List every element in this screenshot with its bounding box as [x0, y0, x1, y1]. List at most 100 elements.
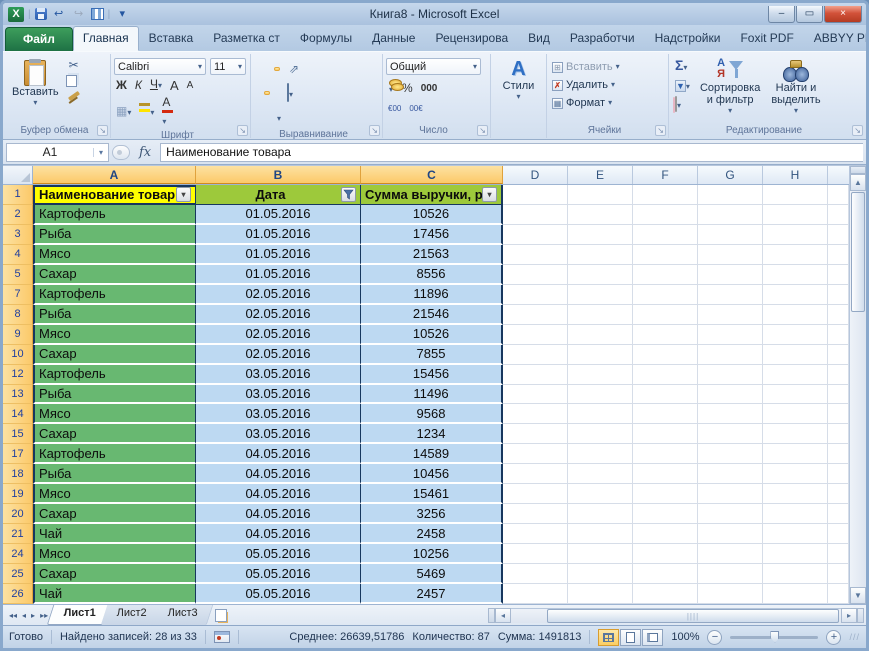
- cell-empty[interactable]: [698, 344, 763, 365]
- cell-a1[interactable]: Наименование товар ▾: [33, 185, 196, 205]
- column-header-partial[interactable]: [828, 166, 849, 184]
- scroll-right-icon[interactable]: ▸: [841, 607, 857, 623]
- clear-button[interactable]: [672, 96, 693, 112]
- cell-empty[interactable]: [633, 484, 698, 505]
- cell-a25[interactable]: Сахар: [33, 564, 196, 585]
- cell-empty[interactable]: [568, 384, 633, 405]
- cell-empty[interactable]: [763, 424, 828, 445]
- cell-empty[interactable]: [503, 524, 568, 545]
- row-header-5[interactable]: 5: [3, 264, 33, 285]
- cell-empty[interactable]: [698, 504, 763, 525]
- cell-empty[interactable]: [503, 444, 568, 465]
- cell-c8[interactable]: 21546: [361, 304, 503, 325]
- cell-c5[interactable]: 8556: [361, 264, 503, 285]
- tab-2[interactable]: Вставка: [139, 26, 204, 51]
- cell-empty[interactable]: [568, 364, 633, 385]
- cell-a3[interactable]: Рыба: [33, 224, 196, 245]
- cell-empty[interactable]: [568, 304, 633, 325]
- formula-input[interactable]: Наименование товара: [160, 142, 863, 162]
- cell-empty[interactable]: [763, 324, 828, 345]
- cell-c1[interactable]: Сумма выручки, ру ▾: [361, 185, 503, 205]
- sheet-tab-Лист3[interactable]: Лист3: [151, 605, 214, 625]
- redo-icon[interactable]: ↪: [71, 7, 87, 21]
- cell-a20[interactable]: Сахар: [33, 504, 196, 525]
- cell-empty[interactable]: [828, 584, 849, 604]
- cell-empty[interactable]: [763, 244, 828, 265]
- cell-empty[interactable]: [633, 384, 698, 405]
- row-header-13[interactable]: 13: [3, 384, 33, 405]
- cell-c26[interactable]: 2457: [361, 584, 503, 604]
- align-left-button[interactable]: [254, 91, 260, 95]
- row-header-1[interactable]: 1: [3, 185, 33, 205]
- insert-function-icon[interactable]: fx: [133, 145, 157, 160]
- cell-empty[interactable]: [633, 404, 698, 425]
- cell-empty[interactable]: [698, 484, 763, 505]
- cell-empty[interactable]: [633, 344, 698, 365]
- cell-a19[interactable]: Мясо: [33, 484, 196, 505]
- cell-empty[interactable]: [698, 264, 763, 285]
- tab-6[interactable]: Рецензирова: [425, 26, 518, 51]
- cell-empty[interactable]: [503, 584, 568, 604]
- row-header-21[interactable]: 21: [3, 524, 33, 545]
- row-header-10[interactable]: 10: [3, 344, 33, 365]
- cell-a15[interactable]: Сахар: [33, 424, 196, 445]
- row-header-7[interactable]: 7: [3, 284, 33, 305]
- cell-a8[interactable]: Рыба: [33, 304, 196, 325]
- cell-c17[interactable]: 14589: [361, 444, 503, 465]
- fill-button[interactable]: ▼: [672, 79, 693, 93]
- cell-empty[interactable]: [503, 424, 568, 445]
- cell-empty[interactable]: [828, 304, 849, 325]
- page-break-view-button[interactable]: [642, 628, 664, 646]
- accounting-format-button[interactable]: [386, 77, 396, 99]
- cell-b2[interactable]: 01.05.2016: [196, 204, 361, 225]
- cell-empty[interactable]: [633, 464, 698, 485]
- cell-empty[interactable]: [828, 484, 849, 505]
- cell-empty[interactable]: [828, 524, 849, 545]
- cell-empty[interactable]: [828, 464, 849, 485]
- cell-empty[interactable]: [698, 204, 763, 225]
- cell-b5[interactable]: 01.05.2016: [196, 264, 361, 285]
- cell-empty[interactable]: [828, 284, 849, 305]
- cell-c14[interactable]: 9568: [361, 404, 503, 425]
- cell-empty[interactable]: [698, 364, 763, 385]
- sort-filter-button[interactable]: АЯ Сортировка и фильтр: [696, 56, 764, 124]
- hscroll-thumb[interactable]: ||||: [547, 608, 839, 623]
- row-header-3[interactable]: 3: [3, 224, 33, 245]
- cell-c9[interactable]: 10526: [361, 324, 503, 345]
- name-box[interactable]: A1 ▾: [6, 142, 109, 162]
- cell-empty[interactable]: [698, 224, 763, 245]
- wrap-text-button[interactable]: [274, 106, 284, 128]
- cell-empty[interactable]: [568, 564, 633, 585]
- cell-c12[interactable]: 15456: [361, 364, 503, 385]
- font-name-select[interactable]: Calibri: [114, 58, 206, 75]
- row-header-24[interactable]: 24: [3, 544, 33, 565]
- cell-empty[interactable]: [763, 464, 828, 485]
- cell-empty[interactable]: [828, 384, 849, 405]
- cell-empty[interactable]: [763, 484, 828, 505]
- cell-empty[interactable]: [503, 224, 568, 245]
- next-sheet-icon[interactable]: ▸: [29, 611, 37, 620]
- cell-c20[interactable]: 3256: [361, 504, 503, 525]
- row-header-4[interactable]: 4: [3, 244, 33, 265]
- merge-center-button[interactable]: [284, 82, 296, 104]
- cell-empty[interactable]: [633, 424, 698, 445]
- close-button[interactable]: ×: [824, 5, 862, 23]
- page-layout-view-button[interactable]: [620, 628, 642, 646]
- cell-empty[interactable]: [763, 204, 828, 225]
- number-format-select[interactable]: Общий: [386, 58, 481, 75]
- qat-customize-icon[interactable]: ▾: [114, 7, 130, 21]
- zoom-slider-thumb[interactable]: [770, 630, 780, 643]
- tab-9[interactable]: Надстройки: [645, 26, 731, 51]
- copy-icon[interactable]: [65, 75, 77, 87]
- cell-empty[interactable]: [568, 185, 633, 205]
- cell-empty[interactable]: [763, 185, 828, 205]
- cell-a13[interactable]: Рыба: [33, 384, 196, 405]
- cell-empty[interactable]: [763, 304, 828, 325]
- cell-b3[interactable]: 01.05.2016: [196, 224, 361, 245]
- cell-empty[interactable]: [763, 344, 828, 365]
- cell-a12[interactable]: Картофель: [33, 364, 196, 385]
- split-handle[interactable]: [850, 166, 866, 174]
- cell-empty[interactable]: [698, 404, 763, 425]
- select-all-corner[interactable]: [3, 166, 33, 184]
- cell-empty[interactable]: [568, 484, 633, 505]
